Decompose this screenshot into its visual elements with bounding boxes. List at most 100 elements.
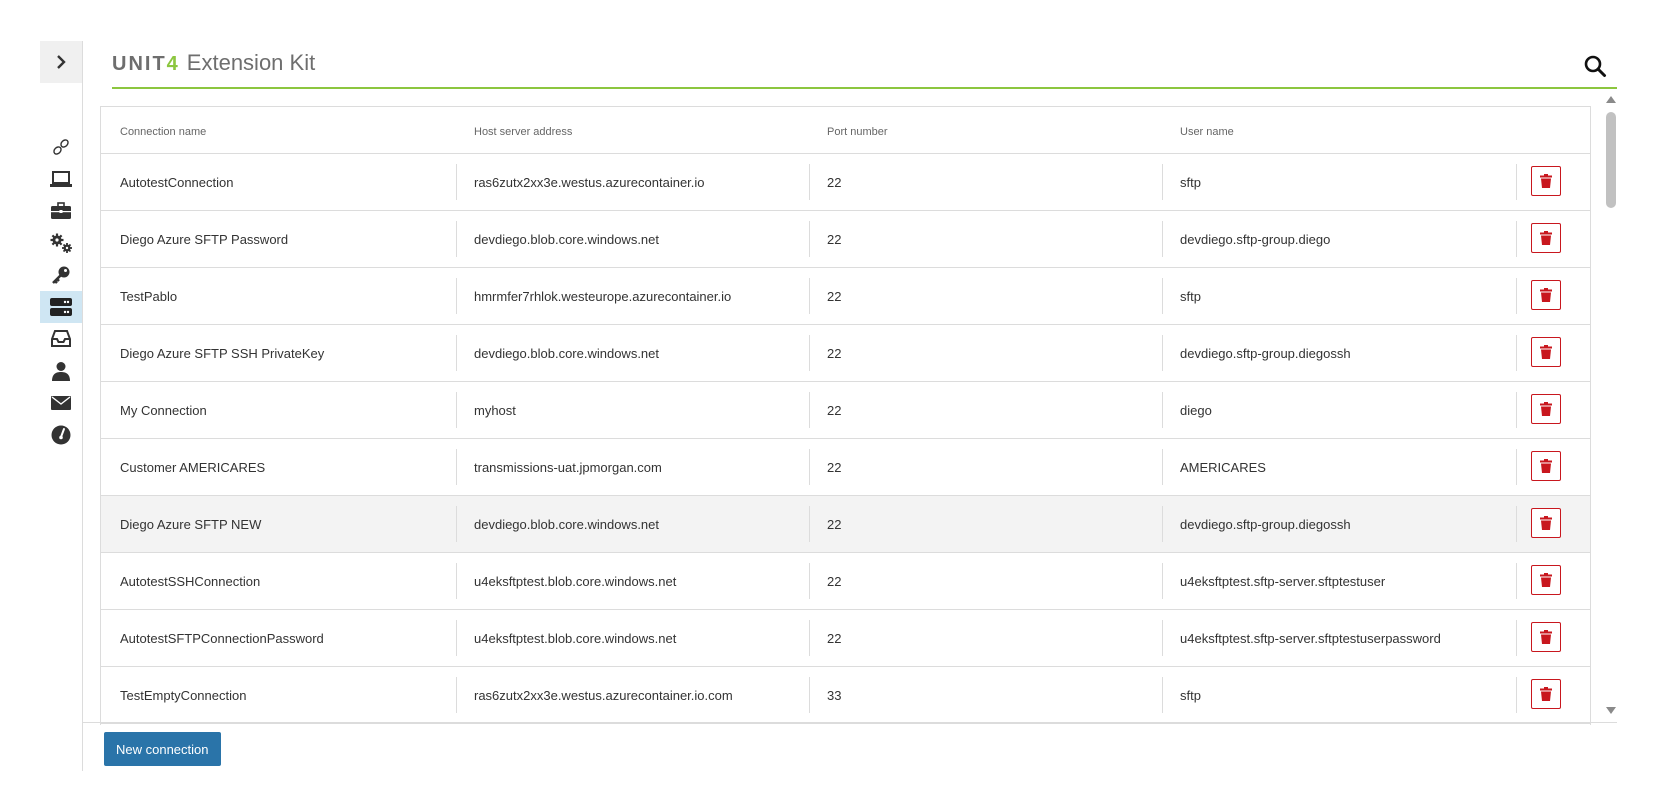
sidebar-item-keys[interactable] <box>40 259 82 291</box>
table-row[interactable]: AutotestConnection ras6zutx2xx3e.westus.a… <box>101 154 1590 211</box>
column-divider <box>809 449 810 485</box>
sidebar-toggle-button[interactable] <box>40 41 82 83</box>
trash-icon <box>1540 687 1552 701</box>
cell-connection-name: Customer AMERICARES <box>120 459 266 475</box>
table-row[interactable]: Diego Azure SFTP Password devdiego.blob.c… <box>101 211 1590 268</box>
search-icon <box>1584 55 1606 77</box>
column-divider <box>1516 506 1517 542</box>
cell-user-name: sftp <box>1180 687 1201 703</box>
trash-icon <box>1540 516 1552 530</box>
sidebar-item-users[interactable] <box>40 355 82 387</box>
cell-connection-name: Diego Azure SFTP SSH PrivateKey <box>120 345 325 361</box>
cell-connection-name: Diego Azure SFTP NEW <box>120 516 262 532</box>
table-row[interactable]: TestEmptyConnection ras6zutx2xx3e.westus.… <box>101 667 1590 724</box>
cell-connection-name: AutotestSFTPConnectionPassword <box>120 630 324 646</box>
sidebar-item-settings[interactable] <box>40 227 82 259</box>
column-divider <box>456 164 457 200</box>
cell-port-number: 22 <box>827 573 842 589</box>
sidebar-item-inbox[interactable] <box>40 323 82 355</box>
column-divider <box>1516 677 1517 713</box>
table-row[interactable]: My Connection myhost 22 diego <box>101 382 1590 439</box>
cell-user-name: sftp <box>1180 288 1201 304</box>
column-divider <box>1516 449 1517 485</box>
delete-connection-button[interactable] <box>1531 622 1561 652</box>
gears-icon <box>50 233 72 253</box>
table-row[interactable]: AutotestSFTPConnectionPassword u4eksftpte… <box>101 610 1590 667</box>
table-body: AutotestConnection ras6zutx2xx3e.westus.a… <box>101 154 1590 724</box>
cell-user-name: devdiego.sftp-group.diegossh <box>1180 345 1351 361</box>
user-icon <box>52 362 70 381</box>
delete-connection-button[interactable] <box>1531 451 1561 481</box>
gauge-icon <box>51 425 71 445</box>
table-row[interactable]: TestPablo hmrmfer7rhlok.westeurope.azurec… <box>101 268 1590 325</box>
scrollbar-thumb[interactable] <box>1606 112 1616 208</box>
app-title: Extension Kit <box>186 50 316 75</box>
sidebar-item-sftp-connections[interactable] <box>40 291 82 323</box>
table-row[interactable]: Diego Azure SFTP SSH PrivateKey devdiego.… <box>101 325 1590 382</box>
chevron-right-icon <box>57 55 66 69</box>
search-button[interactable] <box>1583 54 1607 78</box>
column-divider <box>809 392 810 428</box>
envelope-icon <box>51 396 71 410</box>
column-divider <box>809 620 810 656</box>
cell-host-server-address: devdiego.blob.core.windows.net <box>474 516 660 532</box>
table-row[interactable]: AutotestSSHConnection u4eksftptest.blob.c… <box>101 553 1590 610</box>
new-connection-button[interactable]: New connection <box>104 732 221 766</box>
link-icon <box>53 139 69 155</box>
column-divider <box>1516 620 1517 656</box>
cell-connection-name: AutotestConnection <box>120 174 234 190</box>
delete-connection-button[interactable] <box>1531 166 1561 196</box>
column-divider <box>456 563 457 599</box>
footer-bar: New connection <box>82 722 1617 772</box>
column-divider <box>1516 335 1517 371</box>
sidebar-item-email[interactable] <box>40 387 82 419</box>
sidebar-item-connections-link[interactable] <box>40 131 82 163</box>
column-divider <box>1516 563 1517 599</box>
trash-icon <box>1540 630 1552 644</box>
delete-connection-button[interactable] <box>1531 280 1561 310</box>
delete-connection-button[interactable] <box>1531 223 1561 253</box>
cell-host-server-address: u4eksftptest.blob.core.windows.net <box>474 573 677 589</box>
column-divider <box>809 563 810 599</box>
trash-icon <box>1540 174 1552 188</box>
cell-connection-name: Diego Azure SFTP Password <box>120 231 289 247</box>
sidebar-item-laptop[interactable] <box>40 163 82 195</box>
column-divider <box>1516 278 1517 314</box>
brand-logo-four: 4 <box>166 53 178 75</box>
column-divider <box>809 335 810 371</box>
delete-connection-button[interactable] <box>1531 565 1561 595</box>
column-divider <box>1162 164 1163 200</box>
column-divider <box>456 221 457 257</box>
scroll-down-arrow[interactable] <box>1606 707 1616 714</box>
column-divider <box>1516 164 1517 200</box>
column-divider <box>1162 677 1163 713</box>
column-divider <box>456 335 457 371</box>
sidebar-item-briefcase[interactable] <box>40 195 82 227</box>
cell-port-number: 22 <box>827 288 842 304</box>
delete-connection-button[interactable] <box>1531 679 1561 709</box>
delete-connection-button[interactable] <box>1531 337 1561 367</box>
cell-port-number: 22 <box>827 345 842 361</box>
cell-port-number: 22 <box>827 402 842 418</box>
table-row[interactable]: Customer AMERICARES transmissions-uat.jpm… <box>101 439 1590 496</box>
column-divider <box>456 677 457 713</box>
cell-user-name: u4eksftptest.sftp-server.sftptestuser <box>1180 573 1386 589</box>
cell-host-server-address: devdiego.blob.core.windows.net <box>474 345 660 361</box>
laptop-icon <box>50 171 72 187</box>
column-divider <box>1162 278 1163 314</box>
column-divider <box>1162 335 1163 371</box>
column-divider <box>809 677 810 713</box>
column-divider <box>809 164 810 200</box>
delete-connection-button[interactable] <box>1531 508 1561 538</box>
table-row[interactable]: Diego Azure SFTP NEW devdiego.blob.core.w… <box>101 496 1590 553</box>
delete-connection-button[interactable] <box>1531 394 1561 424</box>
sidebar-item-dashboard[interactable] <box>40 419 82 451</box>
trash-icon <box>1540 459 1552 473</box>
cell-user-name: devdiego.sftp-group.diegossh <box>1180 516 1351 532</box>
column-divider <box>1162 506 1163 542</box>
table-scrollbar[interactable] <box>1604 94 1618 716</box>
scroll-up-arrow[interactable] <box>1606 96 1616 103</box>
server-icon <box>50 298 72 316</box>
inbox-icon <box>51 330 71 347</box>
cell-port-number: 22 <box>827 231 842 247</box>
